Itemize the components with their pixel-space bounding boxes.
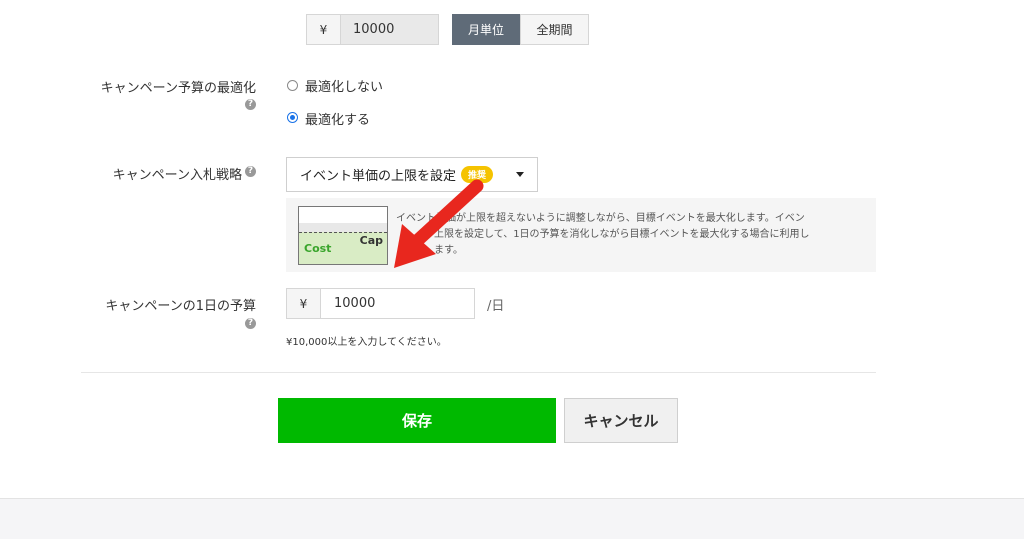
daily-budget-label: キャンペーンの1日の予算	[105, 299, 256, 314]
chevron-down-icon	[516, 172, 524, 177]
optimization-label: キャンペーン予算の最適化	[100, 81, 256, 96]
cost-cap-diagram: Cap Cost	[298, 206, 388, 265]
cancel-button[interactable]: キャンセル	[564, 398, 678, 443]
option-not-optimize-label[interactable]: 最適化しない	[305, 76, 383, 95]
daily-currency-prefix: ¥	[286, 288, 320, 319]
page-footer	[0, 498, 1024, 539]
optimization-help-icon[interactable]: ?	[245, 99, 256, 110]
monthly-unit-button[interactable]: 月単位	[452, 14, 520, 45]
total-period-button[interactable]: 全期間	[520, 14, 589, 45]
diagram-cost-label: Cost	[304, 242, 332, 255]
bid-strategy-help-icon[interactable]: ?	[245, 166, 256, 177]
annotation-arrow-icon	[394, 179, 484, 268]
per-day-unit: /日	[487, 299, 505, 314]
divider	[81, 372, 876, 373]
bid-strategy-label: キャンペーン入札戦略	[112, 168, 242, 183]
top-budget-input[interactable]: 10000	[340, 14, 439, 45]
option-optimize-label[interactable]: 最適化する	[305, 109, 370, 128]
top-currency-prefix: ¥	[306, 14, 340, 45]
radio-optimize[interactable]	[287, 112, 298, 123]
daily-budget-help-icon[interactable]: ?	[245, 318, 256, 329]
daily-budget-input[interactable]: 10000	[320, 288, 475, 319]
radio-not-optimize[interactable]	[287, 80, 298, 91]
daily-budget-hint: ¥10,000以上を入力してください。	[286, 337, 447, 348]
save-button[interactable]: 保存	[278, 398, 556, 443]
